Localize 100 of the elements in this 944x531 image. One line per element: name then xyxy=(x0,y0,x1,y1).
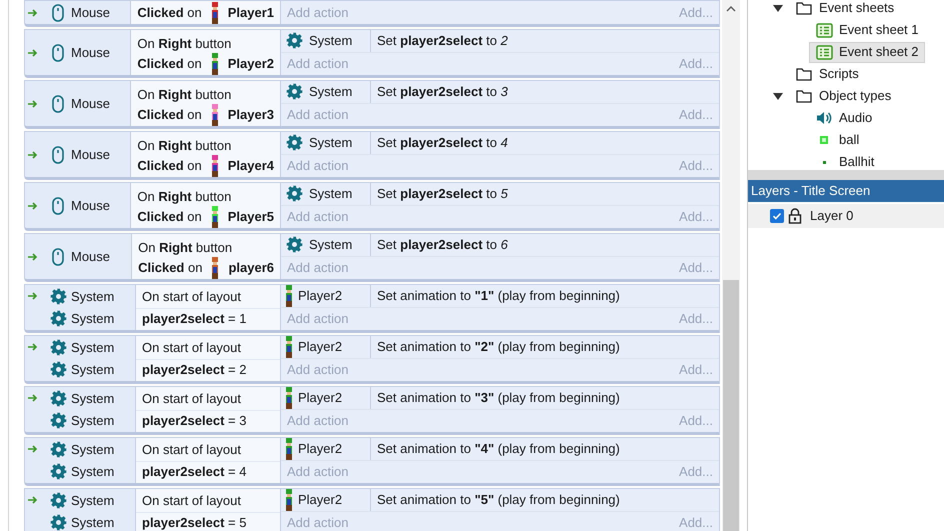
action-text: Set player2select to 5 xyxy=(377,185,508,204)
condition-text: On start of layout xyxy=(142,288,242,304)
event-row[interactable]: System On start of layout System player2select = 1 Player2 Set animation to "1" (play from beginning) Add action Add... xyxy=(24,284,720,333)
condition-text: On Right button xyxy=(138,240,234,256)
gear-icon xyxy=(286,32,303,50)
gear-icon xyxy=(50,492,66,509)
add-action-link[interactable]: Add action xyxy=(287,360,348,380)
list-sheet-icon xyxy=(816,44,832,60)
object-name: System xyxy=(71,338,114,357)
scrollbar-thumb[interactable] xyxy=(723,280,739,531)
add-link[interactable]: Add... xyxy=(679,258,713,278)
tree-item[interactable]: Event sheet 2 xyxy=(809,42,924,62)
tree-item[interactable]: Event sheets xyxy=(789,0,900,18)
collapse-arrow-icon[interactable] xyxy=(773,92,783,100)
visibility-checkbox[interactable] xyxy=(770,209,784,223)
panel-title: Layers - Title Screen xyxy=(748,180,944,202)
condition-text: On start of layout xyxy=(142,442,242,458)
event-row[interactable]: Mouse On Right button Clicked on Player3 System Set player2select to 3 Add action Add... xyxy=(24,80,720,129)
object-name: Mouse xyxy=(71,44,110,62)
tree-item[interactable]: Object types xyxy=(789,86,898,106)
condition-text: player2select = 4 xyxy=(142,464,248,480)
add-link[interactable]: Add... xyxy=(679,360,713,380)
gear-icon xyxy=(286,185,303,202)
add-action-link[interactable]: Add action xyxy=(287,156,348,176)
list-sheet-icon xyxy=(816,22,832,38)
tree-item[interactable]: Audio xyxy=(809,108,878,128)
object-name: Mouse xyxy=(71,94,110,113)
gear-icon xyxy=(50,310,66,328)
object-name: Mouse xyxy=(71,196,110,215)
event-row[interactable]: System On start of layout System player2select = 2 Player2 Set animation to "2" (play from beginning) Add action Add... xyxy=(24,335,720,384)
add-link[interactable]: Add... xyxy=(679,105,713,125)
event-row[interactable]: Mouse On Right button Clicked on Player2 System Set player2select to 2 Add action Add... xyxy=(24,29,720,78)
layer-row[interactable]: Layer 0 xyxy=(748,204,944,228)
mouse-icon xyxy=(52,248,64,266)
speaker-icon xyxy=(816,111,832,125)
add-link[interactable]: Add... xyxy=(679,2,713,22)
object-name: System xyxy=(309,134,352,152)
object-name: System xyxy=(71,310,114,328)
add-link[interactable]: Add... xyxy=(679,156,713,176)
gear-icon xyxy=(50,288,66,305)
action-text: Set animation to "5" (play from beginning) xyxy=(377,491,620,510)
add-link[interactable]: Add... xyxy=(679,309,713,329)
object-name: System xyxy=(71,288,114,306)
tree-item[interactable]: Event sheet 1 xyxy=(809,20,924,40)
add-link[interactable]: Add... xyxy=(679,411,713,431)
character-sprite-icon xyxy=(286,336,292,358)
add-action-link[interactable]: Add action xyxy=(287,309,348,329)
add-action-link[interactable]: Add action xyxy=(287,2,348,22)
object-name: Player2 xyxy=(298,338,342,356)
gear-icon xyxy=(50,338,66,356)
unlocked-padlock-icon[interactable] xyxy=(788,208,802,224)
object-name: System xyxy=(309,236,352,254)
tree-item[interactable]: ball xyxy=(809,130,866,150)
condition-text: player2select = 2 xyxy=(142,362,248,378)
event-row[interactable]: Mouse On Right button Clicked on Player5 System Set player2select to 5 Add action Add... xyxy=(24,182,720,231)
add-action-link[interactable]: Add action xyxy=(287,54,348,74)
condition-text: On start of layout xyxy=(142,390,242,406)
event-row[interactable]: Mouse On Right button Clicked on player6 System Set player2select to 6 Add action Add... xyxy=(24,233,720,282)
gear-icon xyxy=(286,236,303,254)
gear-icon xyxy=(50,463,66,480)
mouse-icon xyxy=(52,44,64,62)
condition-text: Clicked on xyxy=(137,55,202,74)
scroll-up-icon[interactable] xyxy=(726,6,736,12)
event-row[interactable]: System On start of layout System player2select = 5 Player2 Set animation to "5" (play from beginning) Add action Add... xyxy=(24,488,720,531)
mouse-icon xyxy=(52,196,64,214)
action-text: Set player2select to 2 xyxy=(377,32,508,50)
folder-icon xyxy=(796,2,812,14)
action-text: Set animation to "4" (play from beginning) xyxy=(377,440,620,458)
checkmark-icon xyxy=(772,211,782,221)
character-sprite-icon xyxy=(286,387,292,409)
gear-icon xyxy=(50,514,66,531)
collapse-arrow-icon[interactable] xyxy=(773,4,783,12)
action-text: Set player2select to 6 xyxy=(377,236,508,254)
condition-text: Clicked on xyxy=(137,106,202,124)
add-link[interactable]: Add... xyxy=(679,462,713,482)
action-text: Set player2select to 4 xyxy=(377,134,508,152)
add-action-link[interactable]: Add action xyxy=(287,462,348,482)
tree-item[interactable]: Scripts xyxy=(789,64,865,84)
tree-item[interactable]: Ballhit xyxy=(809,152,880,170)
event-row[interactable]: Mouse Clicked on Player1 Add action Add... xyxy=(24,0,720,27)
gear-icon xyxy=(286,83,303,100)
add-link[interactable]: Add... xyxy=(679,207,713,227)
add-action-link[interactable]: Add action xyxy=(287,513,348,531)
add-action-link[interactable]: Add action xyxy=(287,207,348,227)
object-name: Player2 xyxy=(298,287,342,306)
add-link[interactable]: Add... xyxy=(679,54,713,74)
object-name: System xyxy=(71,492,114,510)
add-link[interactable]: Add... xyxy=(679,513,713,531)
add-action-link[interactable]: Add action xyxy=(287,105,348,125)
condition-text: Clicked on xyxy=(138,259,202,278)
add-action-link[interactable]: Add action xyxy=(287,411,348,431)
object-name: System xyxy=(71,440,114,459)
condition-text: Clicked on xyxy=(137,4,202,22)
event-row[interactable]: Mouse On Right button Clicked on Player4 System Set player2select to 4 Add action Add... xyxy=(24,131,720,180)
target-object-name: Player4 xyxy=(228,157,274,176)
add-action-link[interactable]: Add action xyxy=(287,258,348,278)
event-row[interactable]: System On start of layout System player2select = 3 Player2 Set animation to "3" (play from beginning) Add action Add... xyxy=(24,386,720,435)
mouse-icon xyxy=(52,146,64,164)
event-row[interactable]: System On start of layout System player2select = 4 Player2 Set animation to "4" (play from beginning) Add action Add... xyxy=(24,437,720,486)
object-name: System xyxy=(71,412,114,430)
